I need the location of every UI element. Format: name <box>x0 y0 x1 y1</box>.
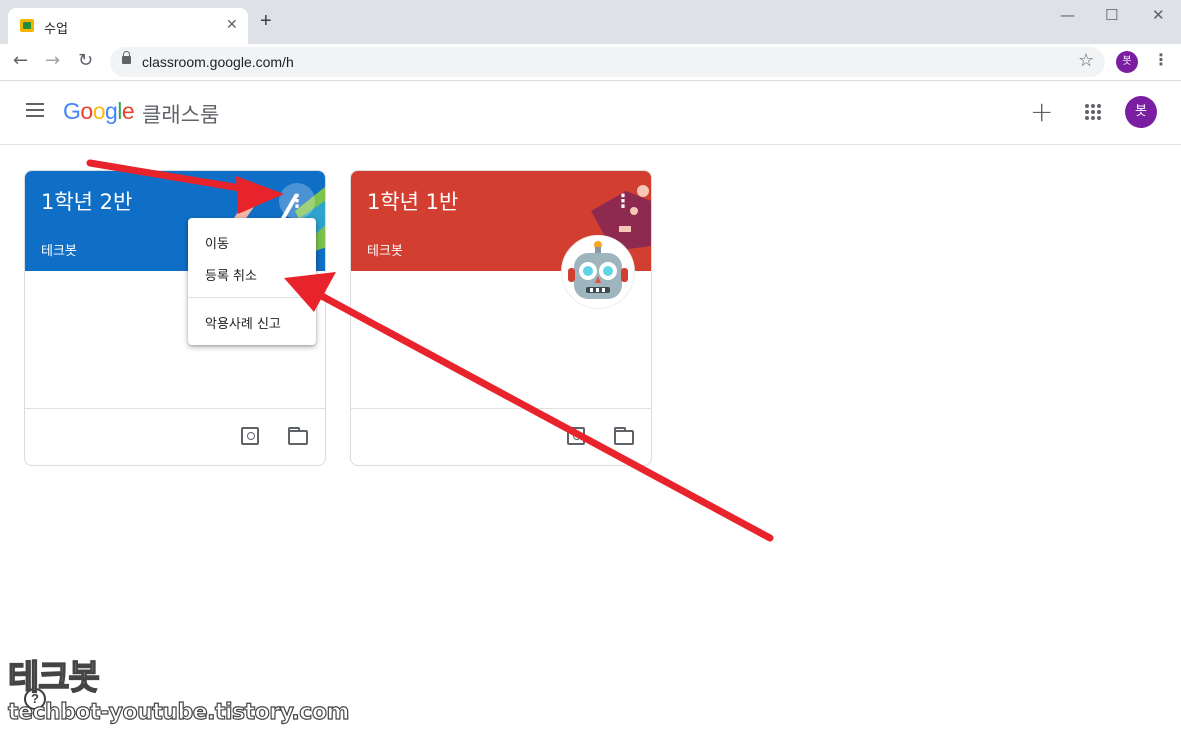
teacher-name: 테크봇 <box>41 244 77 259</box>
robot-avatar-icon <box>561 235 635 309</box>
google-logo[interactable]: Google <box>63 98 135 125</box>
browser-tab[interactable]: 수업 ✕ <box>8 8 248 44</box>
browser-tabstrip: 수업 ✕ + — ☐ ✕ <box>0 0 1181 44</box>
forward-icon[interactable]: → <box>45 50 60 71</box>
logo-letter: e <box>121 98 135 124</box>
minimize-button[interactable]: — <box>1060 6 1075 24</box>
classroom-favicon-icon <box>20 19 34 32</box>
folder-icon[interactable] <box>614 427 634 445</box>
lock-icon <box>122 51 131 64</box>
card-footer <box>25 408 325 465</box>
back-icon[interactable]: ← <box>13 50 28 71</box>
google-apps-icon[interactable] <box>1085 104 1101 120</box>
tab-title: 수업 <box>44 22 68 37</box>
card-footer <box>351 408 651 465</box>
menu-item-label: 등록 취소 <box>205 269 257 284</box>
logo-letter: o <box>92 98 106 124</box>
watermark-url: techbot-youtube.tistory.com <box>7 699 350 725</box>
logo-letter: o <box>80 98 93 124</box>
logo-letter: g <box>104 98 118 124</box>
browser-profile-avatar[interactable]: 봇 <box>1116 51 1138 73</box>
teacher-name: 테크봇 <box>367 244 403 259</box>
menu-item-unenroll[interactable]: 등록 취소 <box>188 258 316 288</box>
portrait-icon[interactable] <box>241 427 259 445</box>
url-text[interactable]: classroom.google.com/h <box>142 54 294 70</box>
tab-close-icon[interactable]: ✕ <box>226 16 238 33</box>
class-title[interactable]: 1학년 1반 <box>367 186 458 216</box>
more-options-icon[interactable]: ⋮ <box>605 183 641 219</box>
logo-letter: G <box>63 98 81 124</box>
class-title[interactable]: 1학년 2반 <box>41 186 132 216</box>
browser-menu-icon[interactable]: ⋮ <box>1153 50 1169 70</box>
portrait-icon[interactable] <box>567 427 585 445</box>
watermark-title: 테크봇 <box>7 657 100 699</box>
class-card-2[interactable]: 1학년 1반 테크봇 ⋮ <box>350 170 652 466</box>
hamburger-menu-icon[interactable] <box>26 103 46 119</box>
close-window-button[interactable]: ✕ <box>1152 6 1165 24</box>
card-options-menu: 이동 등록 취소 악용사례 신고 <box>188 218 316 345</box>
reload-icon[interactable]: ↻ <box>78 50 93 71</box>
bookmark-star-icon[interactable]: ☆ <box>1078 50 1094 71</box>
menu-item-label: 악용사례 신고 <box>205 317 281 332</box>
product-name[interactable]: 클래스룸 <box>142 99 219 129</box>
folder-icon[interactable] <box>288 427 308 445</box>
menu-item-report-abuse[interactable]: 악용사례 신고 <box>188 306 316 336</box>
browser-toolbar: ← → ↻ classroom.google.com/h ☆ 봇 ⋮ <box>0 44 1181 81</box>
account-avatar[interactable]: 봇 <box>1125 96 1157 128</box>
menu-item-label: 이동 <box>205 237 229 252</box>
menu-divider <box>188 297 316 298</box>
maximize-button[interactable]: ☐ <box>1105 6 1118 24</box>
menu-item-move[interactable]: 이동 <box>188 226 316 256</box>
classroom-header: Google 클래스룸 + 봇 <box>0 81 1181 145</box>
address-bar[interactable]: classroom.google.com/h ☆ <box>110 47 1105 77</box>
new-tab-button[interactable]: + <box>260 11 272 31</box>
more-options-icon[interactable]: ⋮ <box>279 183 315 219</box>
create-join-plus-icon[interactable]: + <box>1030 95 1053 128</box>
